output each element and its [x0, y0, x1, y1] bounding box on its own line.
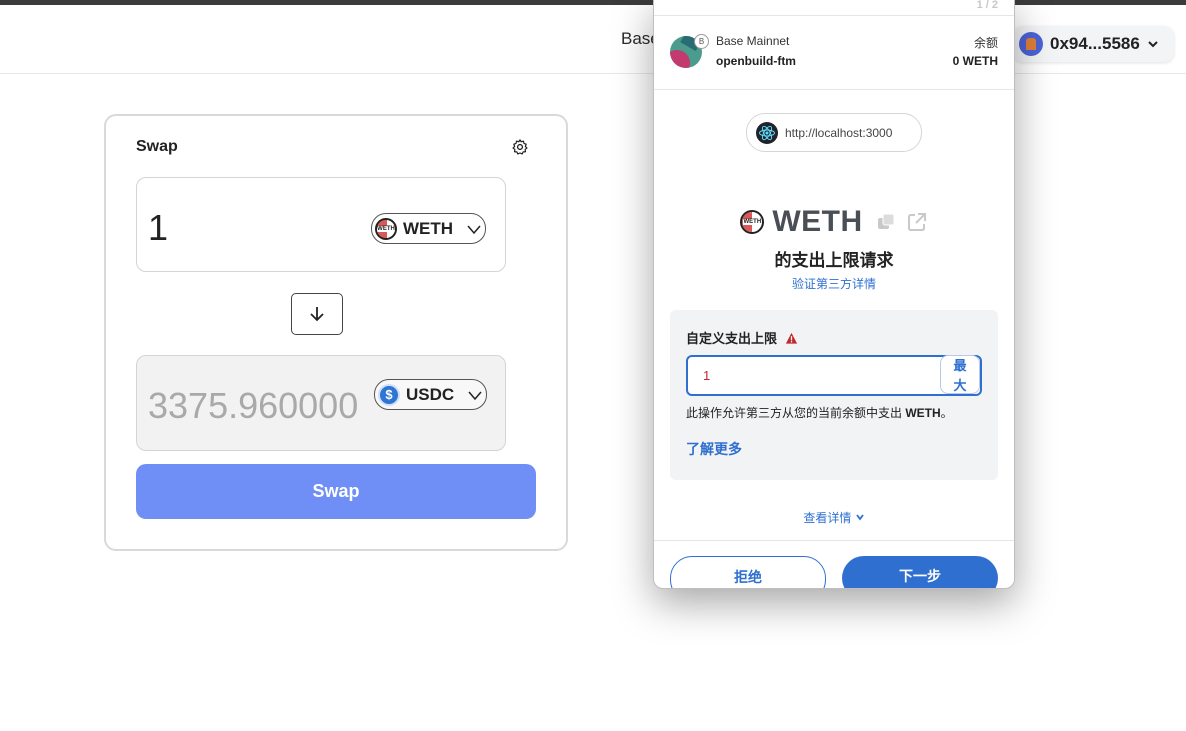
flip-direction-button[interactable] [291, 293, 343, 335]
chevron-down-icon [468, 391, 482, 400]
view-details-text: 查看详情 [803, 511, 852, 525]
gear-icon[interactable] [511, 138, 529, 156]
next-button[interactable]: 下一步 [842, 556, 998, 588]
verify-third-party-link[interactable]: 验证第三方详情 [654, 275, 1014, 292]
chevron-down-icon [1148, 41, 1158, 48]
spending-limit-value: 1 [703, 368, 711, 383]
footer-divider [654, 540, 1014, 541]
origin-url: http://localhost:3000 [785, 125, 893, 140]
limit-description: 此操作允许第三方从您的当前余额中支出 WETH。 [686, 404, 953, 421]
arrow-down-icon [310, 307, 324, 322]
learn-more-link[interactable]: 了解更多 [686, 439, 742, 459]
warning-icon [785, 332, 797, 344]
network-badge-icon: B [694, 34, 709, 49]
request-title: 的支出上限请求 [774, 251, 894, 270]
buy-field: 3375.960000 $ USDC [136, 355, 506, 451]
wallet-account-header: B Base Mainnet openbuild-ftm 余额 0 WETH [654, 15, 1014, 90]
sell-amount-input[interactable]: 1 [148, 207, 168, 249]
swap-title: Swap [136, 138, 178, 155]
spending-limit-panel: 自定义支出上限 1 最大 此操作允许第三方从您的当前余额中支出 WETH。 了解… [670, 310, 998, 480]
custom-limit-text: 自定义支出上限 [686, 331, 778, 346]
buy-token-select[interactable]: $ USDC [374, 379, 487, 410]
chevron-down-icon [467, 225, 481, 234]
buy-token-symbol: USDC [406, 384, 455, 404]
sell-token-symbol: WETH [403, 218, 454, 238]
desc-prefix: 此操作允许第三方从您的当前余额中支出 [686, 406, 906, 420]
buy-amount-output: 3375.960000 [148, 385, 359, 426]
desc-suffix: 。 [940, 406, 953, 420]
wallet-account-name: openbuild-ftm [716, 54, 796, 68]
account-button[interactable]: 0x94...5586 [1013, 26, 1174, 62]
asset-symbol: WETH [772, 205, 863, 238]
view-details-link[interactable]: 查看详情 [654, 509, 1014, 526]
wallet-network-name: Base Mainnet [716, 34, 790, 48]
copy-icon[interactable] [876, 212, 896, 232]
asset-row: WETH WETH [654, 202, 1014, 242]
account-address: 0x94...5586 [1050, 34, 1140, 53]
max-button[interactable]: 最大 [940, 355, 980, 394]
sell-field: 1 WETH WETH [136, 177, 506, 272]
balance-label: 余额 [973, 36, 998, 50]
usdc-token-icon: $ [378, 383, 400, 406]
account-avatar [1019, 32, 1043, 56]
weth-token-icon: WETH [375, 217, 397, 240]
sell-token-select[interactable]: WETH WETH [371, 213, 486, 244]
weth-token-icon: WETH [740, 210, 765, 234]
react-logo-icon [756, 121, 778, 144]
swap-button[interactable]: Swap [136, 464, 536, 519]
origin-pill: http://localhost:3000 [746, 113, 922, 152]
custom-limit-label: 自定义支出上限 [686, 328, 798, 347]
external-link-icon[interactable] [906, 211, 928, 233]
balance-value: 0 WETH [952, 54, 998, 68]
request-pager: 1 / 2 [976, 0, 998, 11]
wallet-approval-popup: 1 / 2 B Base Mainnet openbuild-ftm 余额 0 … [653, 0, 1015, 589]
chevron-down-icon [855, 514, 864, 521]
reject-button[interactable]: 拒绝 [670, 556, 826, 588]
swap-card: Swap 1 WETH WETH 3375.960000 $ USDC Swap [104, 114, 568, 551]
spending-limit-input[interactable]: 1 最大 [686, 355, 982, 396]
desc-token: WETH [905, 406, 941, 420]
